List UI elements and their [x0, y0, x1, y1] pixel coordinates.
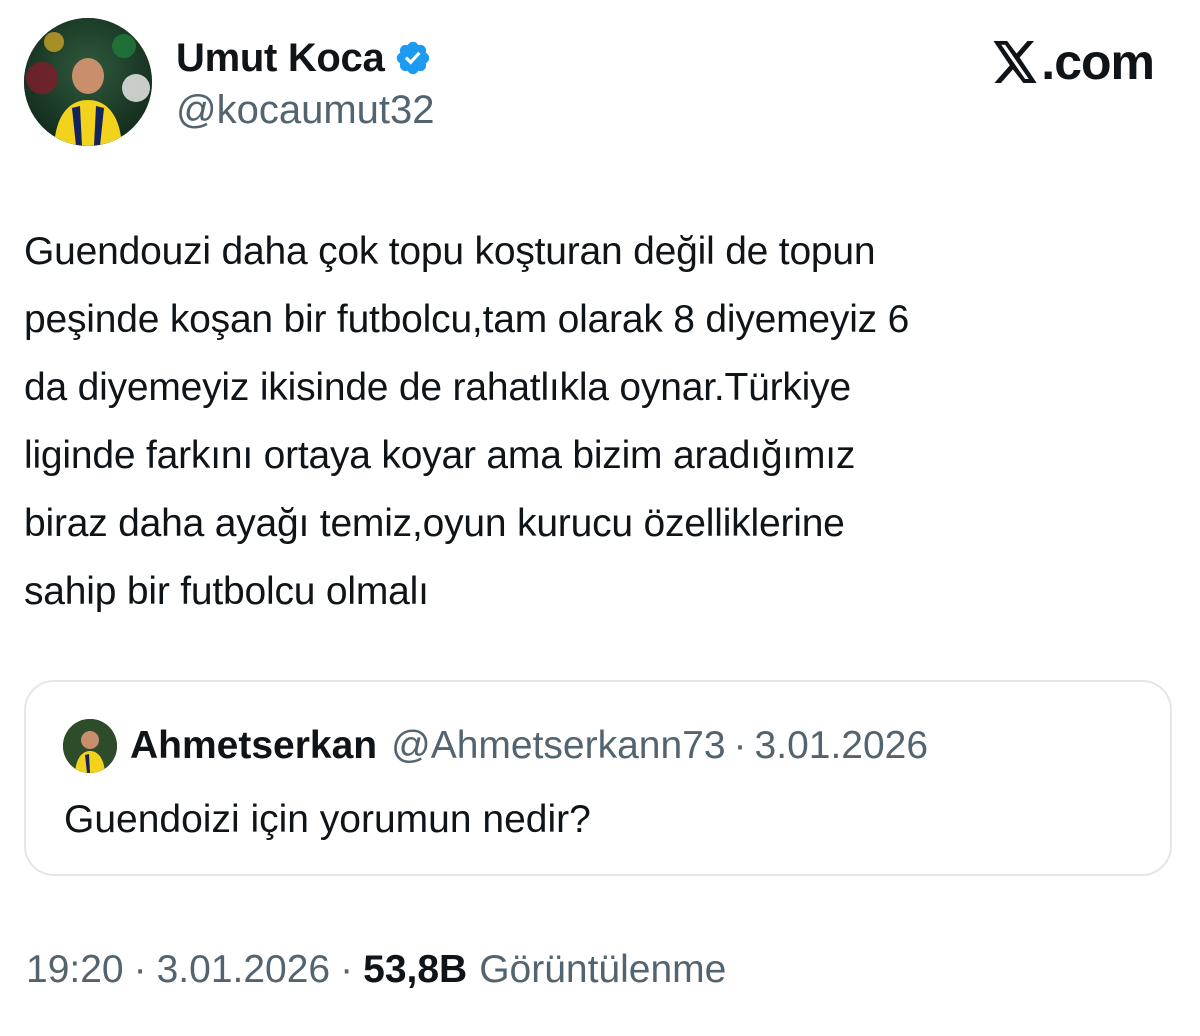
quote-header: Ahmetserkan @Ahmetserkann73 · 3.01.2026 [130, 722, 928, 770]
tweet-meta-row: 19:20 · 3.01.2026 · 53,8B Görüntülenme [26, 946, 726, 994]
quote-author-name[interactable]: Ahmetserkan [130, 722, 377, 770]
quote-separator: · [733, 724, 747, 767]
tweet-time[interactable]: 19:20 [26, 946, 124, 994]
tweet-date[interactable]: 3.01.2026 [157, 946, 331, 994]
views-count: 53,8B [363, 948, 468, 991]
quote-author-handle[interactable]: @Ahmetserkann73 [391, 722, 725, 770]
x-logo-icon [993, 41, 1037, 83]
author-name-row[interactable]: Umut Koca [176, 34, 432, 82]
tweet-text: Guendouzi daha çok topu koşturan değil d… [24, 230, 910, 613]
x-brand-logo: .com [991, 34, 1155, 90]
quoted-tweet-card[interactable]: Ahmetserkan @Ahmetserkann73 · 3.01.2026 … [24, 680, 1172, 876]
views-label: Görüntülenme [479, 948, 727, 991]
quote-author-avatar[interactable] [63, 719, 117, 773]
brand-domain-text: .com [1041, 34, 1155, 90]
quote-date[interactable]: 3.01.2026 [755, 722, 929, 770]
quote-avatar-image [63, 719, 117, 773]
quote-text: Guendoizi için yorumun nedir? [64, 798, 591, 841]
meta-separator: · [340, 948, 354, 991]
author-name[interactable]: Umut Koca [176, 34, 385, 82]
verified-badge-icon [397, 41, 430, 75]
author-avatar[interactable] [24, 18, 152, 146]
avatar-image [24, 18, 152, 146]
author-handle[interactable]: @kocaumut32 [176, 86, 435, 134]
meta-separator: · [133, 948, 147, 991]
